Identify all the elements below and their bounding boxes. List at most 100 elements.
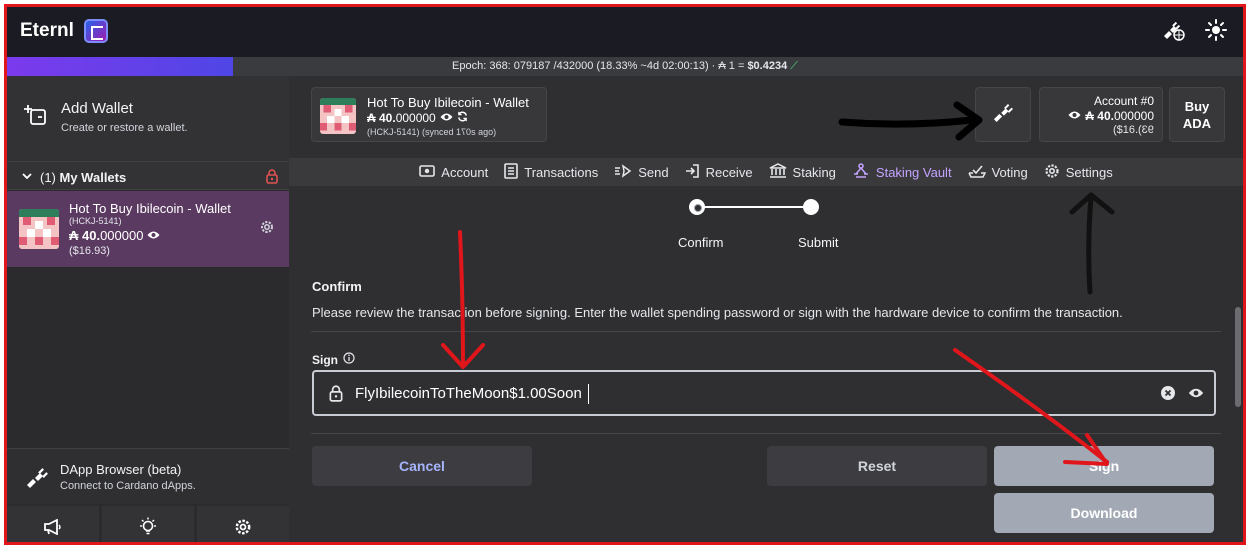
lock-icon[interactable]: [265, 168, 279, 189]
theme-toggle-sun-icon[interactable]: [1205, 19, 1227, 41]
epoch-info: Epoch: 368: 079187 /432000 (18.33% ~4d 0…: [7, 60, 1243, 73]
wallet-settings-gear-icon[interactable]: [259, 219, 275, 240]
confirm-description: Please review the transaction before sig…: [312, 305, 1123, 320]
show-password-eye-icon[interactable]: [1188, 386, 1204, 404]
tab-label: Receive: [705, 164, 753, 180]
plug-icon: [25, 466, 49, 493]
step-submit-label: Submit: [798, 235, 839, 250]
epoch-bar: Epoch: 368: 079187 /432000 (18.33% ~4d 0…: [7, 57, 1243, 76]
my-wallets-title: My Wallets: [59, 170, 127, 185]
app-settings-gear-icon[interactable]: [197, 506, 289, 542]
voting-icon: [967, 163, 986, 182]
eye-icon[interactable]: [1068, 109, 1081, 123]
buy-ada-button[interactable]: Buy ADA: [1169, 87, 1225, 142]
chevron-down-icon: [21, 169, 33, 187]
lock-icon: [328, 384, 344, 407]
sync-status: (HCKJ-5141) (synced 107s ago): [367, 127, 496, 137]
transactions-icon: [504, 162, 519, 182]
account-balance-dec: 000000: [1113, 109, 1154, 123]
tab-label: Settings: [1065, 164, 1113, 180]
account-card[interactable]: Account #0 ₳ 40.000000 ($16.93): [1039, 87, 1163, 142]
buy-ada-label-1: Buy: [1184, 99, 1210, 114]
account-balance: ₳ 40.000000: [1040, 109, 1154, 123]
account-label: Account #0: [1093, 94, 1154, 108]
wallet-name: Hot To Buy Ibilecoin - Wallet: [69, 201, 231, 216]
tab-label: Account: [441, 164, 489, 180]
current-wallet-balance: ₳ 40.000000: [367, 111, 468, 125]
add-wallet-button[interactable]: Add Wallet Create or restore a wallet.: [7, 76, 289, 162]
tab-label: Transactions: [524, 164, 599, 180]
spending-password-field[interactable]: FlyIbilecoinToTheMoon$1.00Soon: [312, 370, 1216, 416]
eye-icon[interactable]: [147, 228, 160, 243]
my-wallets-label: (1) My Wallets: [40, 170, 126, 185]
clear-input-icon[interactable]: [1160, 385, 1176, 406]
sync-status-head: (HCKJ-5141) (synced 1: [367, 127, 462, 137]
sidebar: Add Wallet Create or restore a wallet. (…: [7, 76, 289, 542]
wallet-list-item[interactable]: Hot To Buy Ibilecoin - Wallet (HCKJ-5141…: [7, 191, 289, 267]
tab-label: Staking: [792, 164, 836, 180]
tab-transactions[interactable]: Transactions: [504, 162, 599, 182]
add-wallet-title: Add Wallet: [61, 100, 133, 117]
tab-label: Staking Vault: [875, 164, 952, 180]
reset-button[interactable]: Reset: [767, 446, 987, 486]
main-scrollbar[interactable]: [1235, 307, 1241, 407]
send-icon: [614, 163, 632, 181]
dapp-browser-subtitle: Connect to Cardano dApps.: [60, 480, 196, 492]
network-plug-icon[interactable]: [1161, 19, 1185, 41]
eye-icon[interactable]: [440, 111, 453, 125]
my-wallets-count: (1): [40, 170, 56, 185]
download-button[interactable]: Download: [994, 493, 1214, 533]
app-logo[interactable]: Eternl: [20, 19, 108, 43]
price-trend-icon: ⟋: [790, 60, 798, 72]
current-wallet-card[interactable]: Hot To Buy Ibilecoin - Wallet ₳ 40.00000…: [311, 87, 547, 142]
progress-stepper: [669, 198, 829, 238]
dapp-browser-button[interactable]: DApp Browser (beta) Connect to Cardano d…: [7, 448, 289, 504]
app-window: Eternl Epoch: 368: 079187 /432000 (18.33…: [4, 4, 1246, 545]
tab-staking[interactable]: Staking: [769, 162, 836, 182]
spending-password-value: FlyIbilecoinToTheMoon$1.00Soon: [355, 385, 582, 402]
info-icon[interactable]: [343, 352, 355, 367]
announcements-megaphone-icon[interactable]: [7, 506, 99, 542]
app-name: Eternl: [20, 20, 74, 41]
step-submit-dot: [803, 199, 819, 215]
dapp-connect-button[interactable]: [975, 87, 1031, 142]
account-usd-mirrored: 93): [1138, 124, 1154, 136]
step-confirm-label: Confirm: [678, 235, 724, 250]
eternl-logo-icon: [83, 19, 108, 43]
settings-icon: [1044, 163, 1060, 182]
current-wallet-name: Hot To Buy Ibilecoin - Wallet: [367, 95, 529, 110]
receive-icon: [685, 163, 700, 181]
add-wallet-icon: [23, 104, 47, 131]
account-usd-head: ($16.: [1113, 124, 1139, 136]
cancel-button[interactable]: Cancel: [312, 446, 532, 486]
tips-lightbulb-icon[interactable]: [102, 506, 194, 542]
wallet-balance-int: ₳ 40.: [69, 228, 101, 243]
ada-price: $0.4234: [747, 60, 788, 72]
sign-label-text: Sign: [312, 352, 338, 367]
my-wallets-header[interactable]: (1) My Wallets: [7, 162, 289, 190]
confirm-heading: Confirm: [312, 279, 362, 294]
main-panel: Hot To Buy Ibilecoin - Wallet ₳ 40.00000…: [289, 76, 1243, 542]
wallet-balance-dec: 000000: [100, 228, 144, 243]
step-confirm-dot: [689, 199, 705, 215]
sync-status-tail: s ago): [471, 127, 497, 137]
tab-send[interactable]: Send: [614, 163, 669, 181]
add-wallet-subtitle: Create or restore a wallet.: [61, 122, 188, 134]
wallet-avatar: [19, 209, 59, 249]
vault-icon: [852, 162, 870, 182]
tab-label: Voting: [991, 164, 1028, 180]
tab-receive[interactable]: Receive: [685, 163, 753, 181]
sync-icon[interactable]: [457, 111, 468, 125]
tab-voting[interactable]: Voting: [967, 163, 1028, 182]
text-cursor: [588, 384, 589, 404]
tab-staking-vault[interactable]: Staking Vault: [852, 162, 952, 182]
tab-account[interactable]: Account: [419, 165, 488, 180]
account-icon: [419, 164, 436, 180]
buy-ada-label-2: ADA: [1182, 116, 1212, 131]
tab-settings[interactable]: Settings: [1044, 163, 1113, 182]
sync-status-mirrored: 07: [461, 127, 472, 137]
account-usd: ($16.93): [1040, 124, 1154, 136]
account-balance-int: ₳ 40.: [1085, 109, 1114, 123]
sign-button[interactable]: Sign: [994, 446, 1214, 486]
staking-vault-content: Confirm Submit Confirm Please review the…: [289, 186, 1243, 542]
